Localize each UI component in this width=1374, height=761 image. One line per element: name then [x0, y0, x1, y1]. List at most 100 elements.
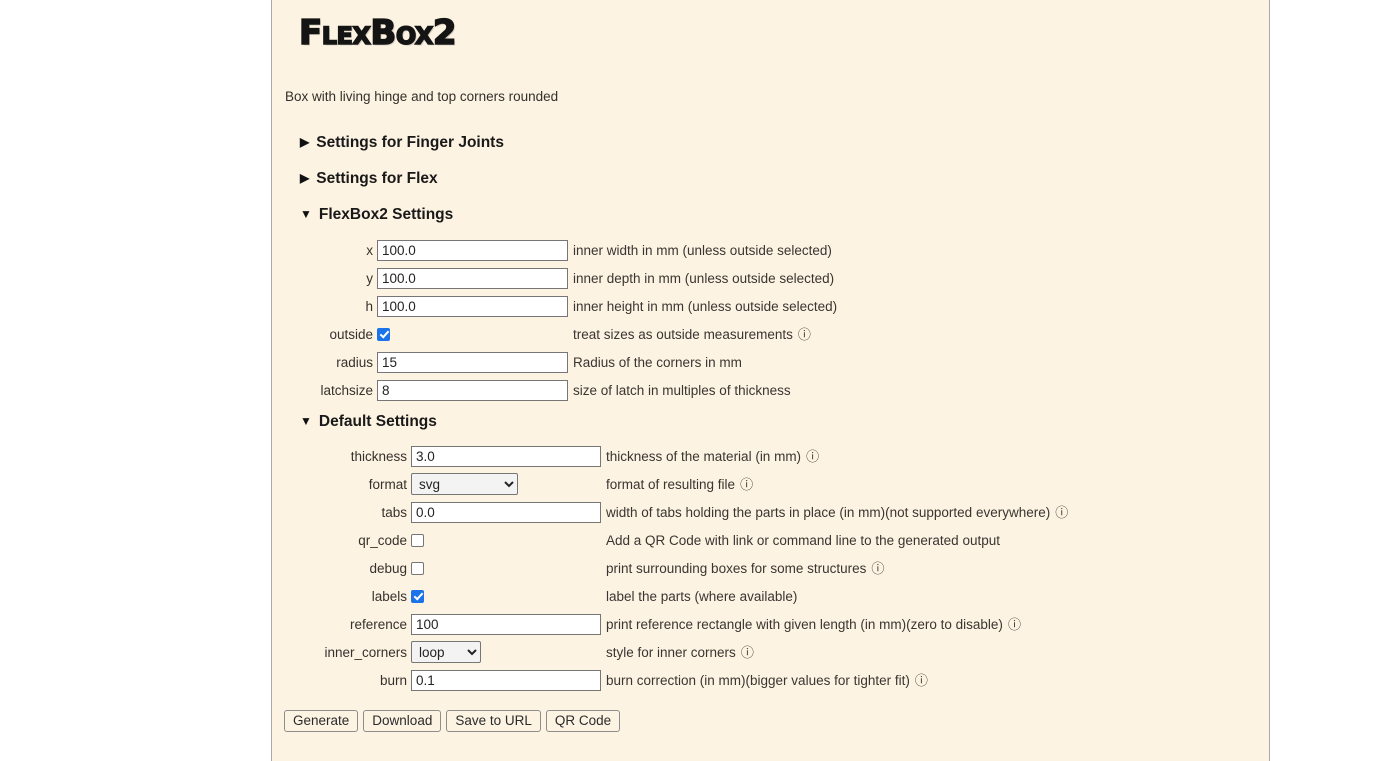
setting-description-format: format of resulting file ⓘ: [603, 477, 753, 492]
setting-label-outside: outside: [329, 326, 373, 342]
input-latchsize[interactable]: [377, 379, 568, 401]
setting-row-tabs: tabs width of tabs holding the parts in p…: [272, 501, 1068, 523]
setting-control-h: [377, 295, 570, 317]
description-text-radius: Radius of the corners in mm: [573, 354, 742, 370]
setting-row-radius: radius Radius of the corners in mm: [272, 351, 837, 373]
setting-description-reference: print reference rectangle with given len…: [603, 617, 1021, 632]
setting-row-y: y inner depth in mm (unless outside selec…: [272, 267, 837, 289]
setting-row-inner_corners: inner_corners loop style for inner corners…: [272, 641, 1068, 663]
setting-description-inner_corners: style for inner corners ⓘ: [603, 645, 754, 660]
setting-label-burn: burn: [379, 672, 407, 688]
closed-triangle-icon: [300, 172, 309, 184]
section-header-finger-joints[interactable]: Settings for Finger Joints: [300, 134, 504, 152]
setting-description-latchsize: size of latch in multiples of thickness: [570, 383, 791, 398]
section-title-flex: Settings for Flex: [316, 170, 438, 187]
description-text-format: format of resulting file: [606, 476, 736, 492]
save-to-url-button[interactable]: Save to URL: [446, 710, 541, 732]
description-text-burn: burn correction (in mm)(bigger values fo…: [606, 672, 910, 688]
section-header-flex[interactable]: Settings for Flex: [300, 170, 438, 188]
setting-row-format: format svg format of resulting file ⓘ: [272, 473, 1068, 495]
section-title-flexbox2: FlexBox2 Settings: [318, 206, 454, 223]
checkbox-debug[interactable]: [411, 561, 424, 575]
info-icon[interactable]: ⓘ: [1008, 618, 1021, 631]
setting-control-format: svg: [411, 473, 603, 495]
setting-row-outside: outside treat sizes as outside measuremen…: [272, 323, 837, 345]
setting-description-h: inner height in mm (unless outside selec…: [570, 299, 837, 314]
input-reference[interactable]: [411, 613, 601, 635]
description-text-h: inner height in mm (unless outside selec…: [573, 298, 838, 314]
default-settings-group: thickness thickness of the material (in m…: [272, 445, 1068, 697]
input-radius[interactable]: [377, 351, 568, 373]
setting-label-h: h: [365, 298, 373, 314]
setting-description-debug: print surrounding boxes for some structu…: [603, 561, 884, 576]
flexbox2-settings-group: x inner width in mm (unless outside selec…: [272, 239, 837, 407]
setting-control-y: [377, 267, 570, 289]
setting-row-thickness: thickness thickness of the material (in m…: [272, 445, 1068, 467]
info-icon[interactable]: ⓘ: [740, 478, 753, 491]
setting-label-thickness: thickness: [350, 448, 407, 464]
section-title-default: Default Settings: [318, 413, 437, 430]
checkbox-outside[interactable]: [377, 327, 390, 341]
section-header-default[interactable]: Default Settings: [300, 413, 437, 431]
setting-label-debug: debug: [369, 560, 407, 576]
checkbox-labels[interactable]: [411, 589, 424, 603]
input-thickness[interactable]: [411, 445, 601, 467]
description-text-labels: label the parts (where available): [606, 588, 798, 604]
input-x[interactable]: [377, 239, 568, 261]
checkbox-qr_code[interactable]: [411, 533, 424, 547]
setting-description-radius: Radius of the corners in mm: [570, 355, 742, 370]
setting-control-debug: [411, 561, 603, 575]
info-icon[interactable]: ⓘ: [871, 562, 884, 575]
setting-label-tabs: tabs: [381, 504, 407, 520]
page-content: FlexBox2 Box with living hinge and top c…: [272, 0, 1269, 761]
qr-code-button[interactable]: QR Code: [545, 710, 621, 732]
download-button[interactable]: Download: [363, 710, 442, 732]
closed-triangle-icon: [300, 136, 309, 148]
info-icon[interactable]: ⓘ: [741, 646, 754, 659]
setting-control-thickness: [411, 445, 603, 467]
site-logo: FlexBox2: [298, 13, 457, 53]
setting-label-inner_corners: inner_corners: [324, 644, 407, 660]
select-inner_corners[interactable]: loop: [411, 641, 481, 663]
description-text-x: inner width in mm (unless outside select…: [573, 242, 832, 258]
setting-label-y: y: [366, 270, 373, 286]
open-triangle-icon: [300, 415, 312, 427]
setting-row-burn: burn burn correction (in mm)(bigger value…: [272, 669, 1068, 691]
setting-row-labels: labels label the parts (where available): [272, 585, 1068, 607]
info-icon[interactable]: ⓘ: [798, 328, 811, 341]
setting-row-h: h inner height in mm (unless outside sele…: [272, 295, 837, 317]
description-text-tabs: width of tabs holding the parts in place…: [606, 504, 1051, 520]
input-burn[interactable]: [411, 669, 601, 691]
setting-control-x: [377, 239, 570, 261]
open-triangle-icon: [300, 208, 312, 220]
description-text-latchsize: size of latch in multiples of thickness: [573, 382, 791, 398]
setting-control-tabs: [411, 501, 603, 523]
info-icon[interactable]: ⓘ: [915, 674, 928, 687]
setting-control-labels: [411, 589, 603, 603]
input-tabs[interactable]: [411, 501, 601, 523]
setting-control-qr_code: [411, 533, 603, 547]
select-format[interactable]: svg: [411, 473, 518, 495]
description-text-inner_corners: style for inner corners: [606, 644, 736, 660]
setting-control-radius: [377, 351, 570, 373]
section-header-flexbox2[interactable]: FlexBox2 Settings: [300, 206, 453, 224]
setting-row-debug: debug print surrounding boxes for some st…: [272, 557, 1068, 579]
generate-button[interactable]: Generate: [284, 710, 359, 732]
setting-description-thickness: thickness of the material (in mm) ⓘ: [603, 449, 819, 464]
page-subtitle: Box with living hinge and top corners ro…: [285, 89, 559, 104]
setting-description-labels: label the parts (where available): [603, 589, 797, 604]
input-y[interactable]: [377, 267, 568, 289]
info-icon[interactable]: ⓘ: [1055, 506, 1068, 519]
setting-control-latchsize: [377, 379, 570, 401]
input-h[interactable]: [377, 295, 568, 317]
action-button-row: Generate Download Save to URL QR Code: [284, 710, 621, 732]
description-text-outside: treat sizes as outside measurements: [573, 326, 793, 342]
info-icon[interactable]: ⓘ: [806, 450, 819, 463]
page-panel: FlexBox2 Box with living hinge and top c…: [271, 0, 1270, 761]
setting-description-x: inner width in mm (unless outside select…: [570, 243, 832, 258]
section-title-finger-joints: Settings for Finger Joints: [316, 134, 504, 151]
description-text-qr_code: Add a QR Code with link or command line …: [606, 532, 1000, 548]
setting-row-latchsize: latchsize size of latch in multiples of t…: [272, 379, 837, 401]
setting-description-qr_code: Add a QR Code with link or command line …: [603, 533, 1000, 548]
setting-control-outside: [377, 327, 570, 341]
